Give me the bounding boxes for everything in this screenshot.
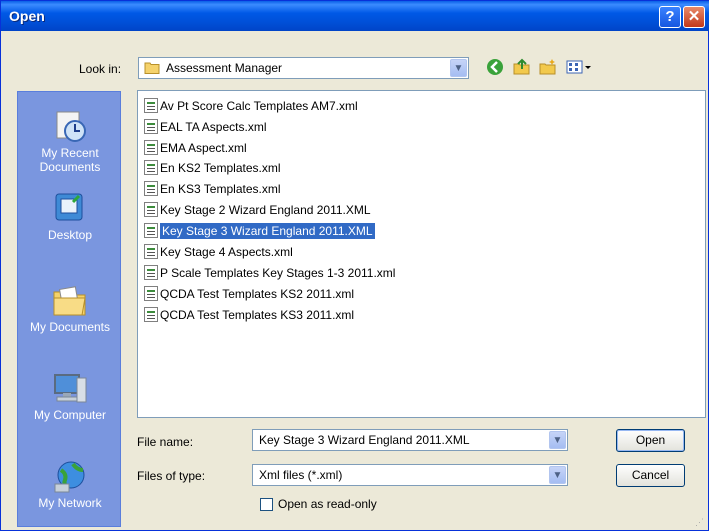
- place-desktop[interactable]: Desktop: [18, 192, 122, 242]
- title-bar[interactable]: Open ? ✕: [1, 1, 709, 31]
- xml-file-icon: [144, 223, 158, 239]
- file-name-value: Key Stage 3 Wizard England 2011.XML: [259, 433, 470, 447]
- look-in-dropdown[interactable]: Assessment Manager ▼: [138, 57, 469, 79]
- chevron-down-icon[interactable]: ▼: [549, 466, 566, 484]
- place-label: My Computer: [33, 408, 107, 422]
- look-in-label: Look in:: [79, 62, 122, 76]
- my-network-icon: [51, 460, 89, 494]
- list-item-selected[interactable]: Key Stage 3 Wizard England 2011.XML: [144, 221, 375, 239]
- file-name: QCDA Test Templates KS2 2011.xml: [160, 286, 355, 301]
- list-item[interactable]: P Scale Templates Key Stages 1-3 2011.xm…: [144, 263, 395, 281]
- list-item[interactable]: En KS2 Templates.xml: [144, 158, 281, 176]
- file-name-field[interactable]: Key Stage 3 Wizard England 2011.XML ▼: [252, 429, 568, 451]
- xml-file-icon: [144, 98, 158, 114]
- xml-file-icon: [144, 244, 158, 260]
- place-my-network[interactable]: My Network: [18, 460, 122, 510]
- my-documents-icon: [51, 284, 89, 318]
- files-of-type-label: Files of type:: [137, 469, 206, 483]
- place-label: Desktop: [47, 228, 93, 242]
- chevron-down-icon[interactable]: ▼: [549, 431, 566, 449]
- file-name: En KS3 Templates.xml: [160, 181, 281, 196]
- file-name: Key Stage 3 Wizard England 2011.XML: [160, 222, 375, 239]
- resize-grip-icon[interactable]: ⋰: [695, 517, 705, 527]
- xml-file-icon: [144, 202, 158, 218]
- file-name: EMA Aspect.xml: [160, 140, 247, 155]
- recent-documents-icon: [51, 110, 89, 144]
- list-item[interactable]: EMA Aspect.xml: [144, 138, 247, 156]
- place-label: My Network: [38, 496, 102, 510]
- file-name: P Scale Templates Key Stages 1-3 2011.xm…: [160, 265, 396, 280]
- open-dialog: Open ? ✕ Look in: Assessment Manager ▼ M…: [0, 0, 709, 531]
- back-icon[interactable]: [485, 58, 505, 78]
- list-item[interactable]: Av Pt Score Calc Templates AM7.xml: [144, 96, 358, 114]
- place-label: My Documents: [29, 320, 111, 334]
- xml-file-icon: [144, 265, 158, 281]
- read-only-checkbox[interactable]: [260, 498, 273, 511]
- place-my-documents[interactable]: My Documents: [18, 284, 122, 334]
- xml-file-icon: [144, 286, 158, 302]
- help-button[interactable]: ?: [659, 6, 681, 28]
- list-item[interactable]: QCDA Test Templates KS3 2011.xml: [144, 305, 354, 323]
- places-bar: My Recent Documents Desktop My Documents…: [17, 91, 121, 527]
- my-computer-icon: [51, 372, 89, 406]
- list-item[interactable]: En KS3 Templates.xml: [144, 179, 281, 197]
- xml-file-icon: [144, 307, 158, 323]
- chevron-down-icon[interactable]: ▼: [450, 59, 467, 77]
- folder-icon: [144, 61, 160, 74]
- list-item[interactable]: Key Stage 2 Wizard England 2011.XML: [144, 200, 371, 218]
- file-name: En KS2 Templates.xml: [160, 160, 281, 175]
- xml-file-icon: [144, 140, 158, 156]
- file-name: QCDA Test Templates KS3 2011.xml: [160, 307, 355, 322]
- files-of-type-dropdown[interactable]: Xml files (*.xml) ▼: [252, 464, 568, 486]
- list-item[interactable]: EAL TA Aspects.xml: [144, 117, 267, 135]
- file-list[interactable]: Av Pt Score Calc Templates AM7.xml EAL T…: [137, 90, 706, 418]
- file-name: Key Stage 4 Aspects.xml: [160, 244, 293, 259]
- open-button[interactable]: Open: [616, 429, 685, 452]
- views-menu-icon[interactable]: [565, 58, 593, 78]
- xml-file-icon: [144, 119, 158, 135]
- read-only-label: Open as read-only: [278, 497, 377, 511]
- file-name: EAL TA Aspects.xml: [160, 119, 267, 134]
- list-item[interactable]: QCDA Test Templates KS2 2011.xml: [144, 284, 354, 302]
- file-name-label: File name:: [137, 435, 194, 449]
- file-name: Av Pt Score Calc Templates AM7.xml: [160, 98, 358, 113]
- up-folder-icon[interactable]: [512, 58, 532, 78]
- desktop-icon: [51, 192, 89, 226]
- place-my-recent-documents[interactable]: My Recent Documents: [18, 110, 122, 174]
- close-button[interactable]: ✕: [683, 6, 705, 28]
- place-my-computer[interactable]: My Computer: [18, 372, 122, 422]
- files-of-type-value: Xml files (*.xml): [259, 468, 343, 482]
- xml-file-icon: [144, 181, 158, 197]
- file-name: Key Stage 2 Wizard England 2011.XML: [160, 202, 371, 217]
- list-item[interactable]: Key Stage 4 Aspects.xml: [144, 242, 293, 260]
- look-in-value: Assessment Manager: [166, 61, 283, 75]
- cancel-button[interactable]: Cancel: [616, 464, 685, 487]
- xml-file-icon: [144, 160, 158, 176]
- window-title: Open: [9, 8, 45, 24]
- new-folder-icon[interactable]: [538, 58, 558, 78]
- place-label: My Recent Documents: [39, 146, 101, 174]
